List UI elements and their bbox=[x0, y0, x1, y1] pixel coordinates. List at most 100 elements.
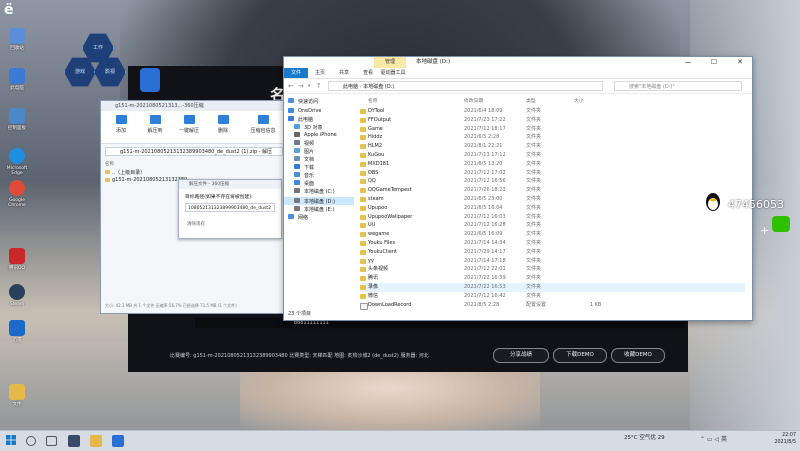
clock[interactable]: 22:07 2021/8/5 bbox=[752, 432, 796, 446]
desktop-icon-chrome[interactable]: Google Chrome bbox=[4, 180, 30, 208]
desktop-icon-steam[interactable]: Steam bbox=[4, 284, 30, 307]
zip-row-parent[interactable]: ..（上级目录） bbox=[105, 169, 145, 176]
file-row[interactable]: OBS 2021/7/12 17:02 文件夹 bbox=[360, 169, 745, 178]
share-stats-button[interactable]: 分享战绩 bbox=[493, 348, 549, 363]
nav-item-8[interactable]: 下载 bbox=[294, 164, 314, 171]
zip-info-button[interactable]: 压缩包信息 bbox=[245, 115, 281, 134]
nav-item-13[interactable]: 本地磁盘 (E:) bbox=[294, 206, 334, 213]
file-row[interactable]: 头条视频 2021/7/12 22:01 文件夹 bbox=[360, 265, 745, 274]
app-taskbar-icon-2[interactable] bbox=[112, 435, 124, 447]
nav-item-4[interactable]: Apple iPhone bbox=[294, 132, 337, 138]
context-tab-manage[interactable]: 管理 bbox=[374, 57, 406, 68]
column-type[interactable]: 类型 bbox=[526, 97, 536, 104]
breadcrumb-drive-d[interactable]: 本地磁盘 (D:) bbox=[363, 84, 394, 90]
file-row[interactable]: UpupooWallpaper 2021/7/12 16:03 文件夹 bbox=[360, 213, 745, 222]
maximize-button[interactable]: ☐ bbox=[704, 57, 724, 68]
app-taskbar-icon-1[interactable] bbox=[68, 435, 80, 447]
column-name[interactable]: 名称 bbox=[368, 97, 378, 104]
ribbon-tab-drive-tools[interactable]: 驱动器工具 bbox=[376, 68, 410, 78]
column-size[interactable]: 大小 bbox=[574, 97, 584, 104]
extract-target-input[interactable]: 108052131323899903480_de_dust2 bbox=[185, 203, 275, 212]
ribbon-tab-home[interactable]: 主页 bbox=[308, 68, 332, 78]
nav-item-label: 快速访问 bbox=[298, 99, 319, 105]
minimize-button[interactable]: — bbox=[678, 57, 698, 68]
zip-delete-button[interactable]: 删除 bbox=[209, 115, 237, 134]
add-icon bbox=[115, 115, 127, 124]
file-row[interactable]: DownLoadRecord 2021/8/5 2:28 配置设置 1 KB bbox=[360, 301, 745, 310]
download-demo-button[interactable]: 下载DEMO bbox=[553, 348, 607, 363]
file-row[interactable]: KuGou 2021/7/13 17:12 文件夹 bbox=[360, 151, 745, 160]
file-row[interactable]: DYTool 2021/6/4 18:09 文件夹 bbox=[360, 107, 745, 116]
nav-item-7[interactable]: 文档 bbox=[294, 156, 314, 163]
file-row[interactable]: Game 2021/7/12 18:17 文件夹 bbox=[360, 125, 745, 134]
file-row[interactable]: HLM2 2021/8/1 22:21 文件夹 bbox=[360, 142, 745, 151]
zip-add-button[interactable]: 添加 bbox=[107, 115, 135, 134]
zip-one-click-extract-button[interactable]: 一键解压 bbox=[175, 115, 203, 134]
nav-item-icon bbox=[288, 214, 294, 219]
file-row[interactable]: yy 2021/7/14 17:18 文件夹 bbox=[360, 257, 745, 266]
tray-icons[interactable]: ⌃ ▭ ◁ 英 bbox=[700, 434, 727, 443]
nav-item-label: 本地磁盘 (D:) bbox=[304, 199, 336, 205]
file-row[interactable]: MXD181 2021/6/5 13:20 文件夹 bbox=[360, 160, 745, 169]
file-row[interactable]: YoukuClient 2021/7/29 14:17 文件夹 bbox=[360, 248, 745, 257]
nav-item-icon bbox=[294, 148, 300, 153]
desktop-icon-this-pc[interactable]: 此电脑 bbox=[4, 68, 30, 91]
ribbon-tab-share[interactable]: 共享 bbox=[332, 68, 356, 78]
search-input[interactable]: 搜索"本地磁盘 (D:)" bbox=[614, 81, 742, 91]
desktop-icon-file[interactable]: 文件 bbox=[4, 384, 30, 407]
file-type: 文件夹 bbox=[526, 231, 542, 238]
address-bar[interactable]: 此电脑 › 本地磁盘 (D:) bbox=[328, 81, 603, 91]
overlay-logo: ë bbox=[4, 2, 14, 18]
recent-dropdown-icon[interactable]: ▾ bbox=[308, 81, 311, 91]
ribbon-tab-file[interactable]: 文件 bbox=[284, 68, 308, 78]
windows-start-icon[interactable] bbox=[6, 435, 16, 445]
nav-item-6[interactable]: 图片 bbox=[294, 148, 314, 155]
nav-item-14[interactable]: 网络 bbox=[288, 214, 308, 221]
nav-item-3[interactable]: 3D 对象 bbox=[294, 124, 323, 131]
file-row[interactable]: steam 2021/6/5 23:00 文件夹 bbox=[360, 195, 745, 204]
file-date: 2021/7/12 16:03 bbox=[464, 213, 506, 220]
file-row[interactable]: FFOutput 2021/7/23 17:22 文件夹 bbox=[360, 116, 745, 125]
desktop-icon-xunlei[interactable]: 迅雷 bbox=[4, 320, 30, 343]
nav-item-0[interactable]: 快速访问 bbox=[288, 98, 318, 105]
desktop-icon-edge[interactable]: Microsoft Edge bbox=[4, 148, 30, 176]
close-button[interactable]: ✕ bbox=[730, 57, 750, 68]
desktop-icon-recycle-bin[interactable]: 回收站 bbox=[4, 28, 30, 51]
extract-option[interactable]: 清除现有 bbox=[187, 221, 205, 227]
file-row[interactable]: Upupoo 2021/6/5 16:04 文件夹 bbox=[360, 204, 745, 213]
back-icon[interactable]: ← bbox=[288, 81, 294, 91]
favorite-demo-button[interactable]: 收藏DEMO bbox=[611, 348, 665, 363]
file-row[interactable]: 腾讯 2021/7/22 16:39 文件夹 bbox=[360, 274, 745, 283]
up-icon[interactable]: ↑ bbox=[316, 81, 322, 91]
zip-extract-to-button[interactable]: 解压到 bbox=[141, 115, 169, 134]
nav-item-2[interactable]: 此电脑 bbox=[288, 116, 313, 123]
nav-item-12[interactable]: 本地磁盘 (D:) bbox=[294, 198, 335, 205]
zip-column-name[interactable]: 名称 bbox=[105, 161, 114, 167]
nav-item-9[interactable]: 音乐 bbox=[294, 172, 314, 179]
file-row[interactable]: Hiddz 2021/6/5 2:28 文件夹 bbox=[360, 133, 745, 142]
breadcrumb-this-pc[interactable]: 此电脑 bbox=[343, 84, 358, 90]
file-row[interactable]: 录像 2021/7/22 16:53 文件夹 bbox=[360, 283, 745, 292]
file-row[interactable]: wegame 2021/6/5 16:09 文件夹 bbox=[360, 230, 745, 239]
nav-item-10[interactable]: 桌面 bbox=[294, 180, 314, 187]
file-row[interactable]: QQGameTempest 2021/7/26 18:23 文件夹 bbox=[360, 186, 745, 195]
zip-path-bar[interactable]: g151-m-20210805213132389903480_de_dust2 … bbox=[105, 147, 283, 156]
weather-tray[interactable]: 25°C 空气优 29 bbox=[624, 433, 665, 441]
search-icon[interactable] bbox=[26, 436, 36, 446]
nav-item-11[interactable]: 本地磁盘 (C:) bbox=[294, 188, 335, 195]
file-row[interactable]: Youku Files 2021/7/14 14:34 文件夹 bbox=[360, 239, 745, 248]
file-row[interactable]: QQ 2021/7/12 16:56 文件夹 bbox=[360, 177, 745, 186]
contact-number: 47456053 bbox=[728, 198, 784, 211]
desktop-icon-qq[interactable]: 腾讯QQ bbox=[4, 248, 30, 271]
nav-item-5[interactable]: 视频 bbox=[294, 140, 314, 147]
file-row[interactable]: UU 2021/7/12 16:28 文件夹 bbox=[360, 221, 745, 230]
task-view-icon[interactable] bbox=[46, 436, 57, 446]
forward-icon[interactable]: → bbox=[298, 81, 304, 91]
file-explorer-taskbar-icon[interactable] bbox=[90, 435, 102, 447]
wechat-icon[interactable] bbox=[772, 216, 790, 232]
column-date[interactable]: 修改日期 bbox=[464, 97, 483, 104]
qq-penguin-icon[interactable] bbox=[704, 192, 722, 212]
file-row[interactable]: 微信 2021/7/12 16:42 文件夹 bbox=[360, 292, 745, 301]
nav-item-1[interactable]: OneDrive bbox=[288, 108, 322, 114]
desktop-icon-control-panel[interactable]: 控制面板 bbox=[4, 108, 30, 131]
